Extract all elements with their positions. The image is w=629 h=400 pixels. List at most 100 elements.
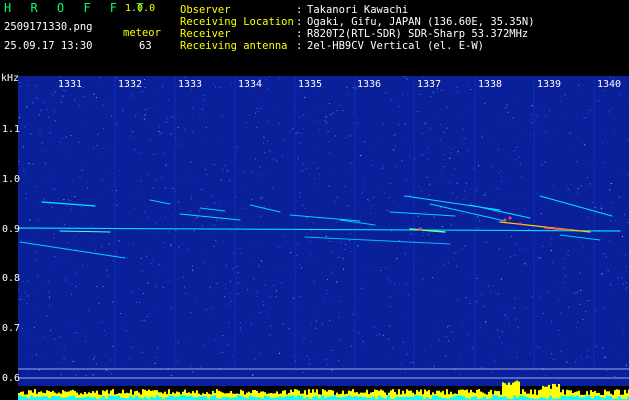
- noise-speckle: [302, 372, 304, 374]
- noise-speckle: [567, 250, 569, 252]
- noise-speckle: [146, 373, 148, 375]
- noise-speckle: [586, 162, 588, 164]
- noise-speckle: [471, 102, 473, 104]
- noise-speckle: [328, 168, 330, 170]
- noise-speckle: [505, 361, 507, 362]
- noise-speckle: [573, 325, 574, 327]
- noise-speckle: [456, 113, 458, 115]
- noise-speckle: [132, 131, 134, 133]
- noise-speckle: [318, 309, 319, 311]
- noise-speckle: [625, 281, 627, 283]
- noise-speckle: [500, 180, 502, 182]
- noise-speckle: [204, 344, 206, 346]
- amplitude-floor: [102, 395, 105, 400]
- noise-speckle: [254, 274, 256, 276]
- noise-speckle: [452, 192, 454, 194]
- noise-speckle: [44, 337, 46, 338]
- noise-speckle: [356, 200, 358, 202]
- noise-speckle: [382, 334, 384, 336]
- noise-speckle: [142, 319, 144, 321]
- noise-speckle: [448, 332, 450, 334]
- noise-speckle: [550, 205, 552, 207]
- amplitude-bar: [534, 389, 536, 400]
- noise-speckle: [214, 103, 216, 105]
- noise-speckle: [276, 295, 278, 297]
- noise-speckle: [444, 294, 446, 296]
- noise-speckle: [116, 86, 118, 88]
- noise-speckle: [590, 109, 592, 111]
- noise-speckle: [116, 123, 118, 125]
- noise-speckle: [301, 116, 303, 118]
- noise-speckle: [132, 290, 134, 292]
- amplitude-floor: [354, 395, 357, 400]
- noise-speckle: [477, 180, 479, 182]
- noise-speckle: [466, 313, 467, 315]
- noise-speckle: [36, 97, 38, 99]
- noise-speckle: [339, 104, 341, 106]
- noise-speckle: [447, 262, 449, 264]
- noise-speckle: [228, 303, 230, 305]
- noise-speckle: [537, 346, 539, 348]
- noise-speckle: [529, 95, 531, 97]
- noise-speckle: [414, 179, 416, 181]
- noise-speckle: [504, 308, 506, 309]
- noise-speckle: [142, 292, 144, 294]
- noise-speckle: [563, 277, 564, 279]
- noise-speckle: [34, 88, 36, 89]
- hrofft-window: H R O F F T 1.0.0 2509171330.png meteor …: [0, 0, 629, 400]
- noise-speckle: [282, 146, 284, 147]
- noise-speckle: [491, 166, 493, 168]
- noise-speckle: [79, 104, 81, 106]
- noise-speckle: [398, 239, 400, 241]
- noise-speckle: [313, 162, 314, 163]
- noise-bright-speckle: [49, 296, 51, 298]
- noise-bright-speckle: [74, 196, 76, 198]
- noise-speckle: [467, 149, 469, 151]
- noise-speckle: [144, 109, 146, 111]
- noise-speckle: [505, 107, 506, 109]
- noise-speckle: [363, 183, 365, 185]
- noise-speckle: [77, 370, 79, 372]
- noise-speckle: [519, 249, 521, 251]
- noise-speckle: [138, 238, 140, 240]
- noise-speckle: [505, 316, 507, 318]
- noise-speckle: [272, 187, 273, 189]
- noise-speckle: [306, 355, 308, 357]
- noise-speckle: [141, 90, 143, 92]
- noise-speckle: [479, 220, 481, 221]
- noise-speckle: [287, 133, 289, 135]
- noise-speckle: [440, 147, 442, 149]
- noise-speckle: [387, 100, 388, 102]
- noise-speckle: [569, 191, 571, 193]
- noise-bright-speckle: [457, 151, 459, 153]
- noise-speckle: [253, 374, 254, 376]
- noise-speckle: [215, 276, 217, 278]
- amplitude-floor: [51, 395, 54, 400]
- noise-speckle: [157, 348, 158, 349]
- noise-speckle: [337, 308, 339, 310]
- noise-speckle: [445, 210, 447, 212]
- noise-speckle: [328, 351, 330, 353]
- noise-speckle: [69, 200, 71, 201]
- noise-speckle: [441, 89, 443, 91]
- noise-speckle: [153, 235, 155, 237]
- noise-speckle: [69, 117, 71, 119]
- noise-speckle: [34, 237, 36, 239]
- noise-speckle: [194, 298, 196, 300]
- noise-bright-speckle: [143, 118, 145, 120]
- noise-speckle: [544, 375, 546, 377]
- noise-speckle: [183, 128, 185, 130]
- noise-speckle: [202, 104, 204, 106]
- noise-speckle: [57, 257, 59, 259]
- noise-speckle: [524, 133, 526, 135]
- noise-speckle: [500, 169, 502, 171]
- noise-bright-speckle: [72, 361, 74, 362]
- noise-speckle: [222, 335, 224, 337]
- noise-speckle: [450, 152, 452, 154]
- noise-speckle: [37, 220, 39, 222]
- noise-speckle: [124, 320, 126, 322]
- noise-speckle: [368, 147, 370, 149]
- noise-speckle: [273, 284, 275, 286]
- noise-speckle: [361, 288, 362, 290]
- noise-speckle: [155, 286, 157, 288]
